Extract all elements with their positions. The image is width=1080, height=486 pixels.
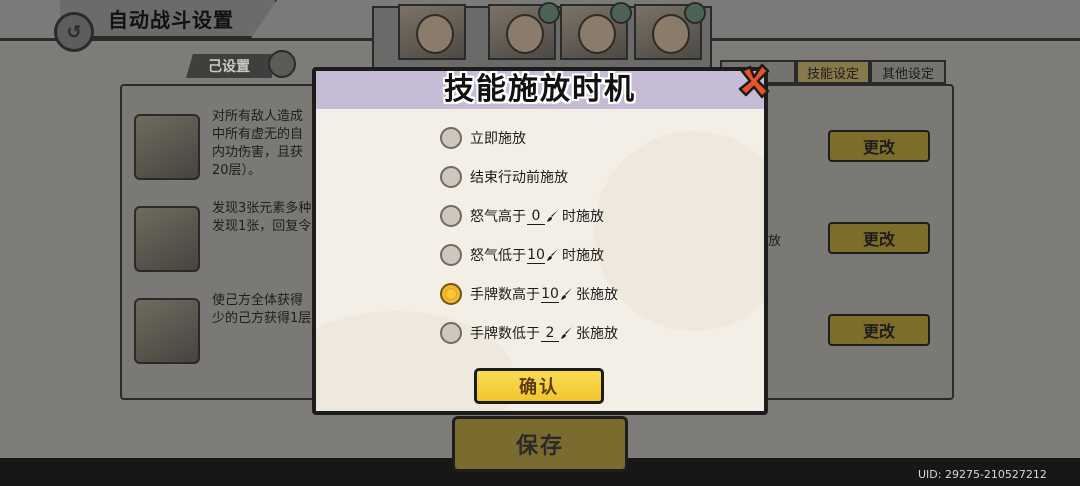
element-badge-icon (610, 2, 632, 24)
option-suffix: 时施放 (562, 248, 604, 264)
hero-portrait-4[interactable] (634, 2, 706, 60)
cast-timing-dialog (312, 67, 768, 415)
option-label: 手牌数低于 2 张施放 (470, 323, 618, 343)
cloud-decoration (594, 131, 764, 331)
option-prefix: 手牌数高于 (470, 287, 540, 303)
option-prefix: 怒气高于 (470, 209, 526, 225)
skill-description-2: 发现3张元素多种发现1张，回复令 (212, 201, 312, 234)
change-button-1[interactable]: 更改 (828, 130, 930, 162)
option-rage-below[interactable]: 怒气低于 10 时施放 (440, 242, 604, 268)
radio-button-selected[interactable] (440, 283, 462, 305)
change-button-3[interactable]: 更改 (828, 314, 930, 346)
skill-thumbnail-1 (134, 114, 200, 180)
option-cast-before-end[interactable]: 结束行动前施放 (440, 164, 568, 190)
element-badge-icon (538, 2, 560, 24)
option-cast-immediately[interactable]: 立即施放 (440, 125, 526, 151)
hero-portrait-1[interactable] (398, 4, 466, 60)
skill-thumbnail-2 (134, 206, 200, 272)
option-rage-above[interactable]: 怒气高于 0 时施放 (440, 203, 604, 229)
confirm-button[interactable]: 确认 (474, 368, 604, 404)
option-label: 手牌数高于 10 张施放 (470, 284, 618, 304)
radio-button[interactable] (440, 205, 462, 227)
radio-button[interactable] (440, 127, 462, 149)
brush-icon[interactable] (546, 248, 560, 262)
uid-label: UID: 29275-210527212 (918, 468, 1047, 481)
value-field[interactable]: 10 (541, 286, 559, 303)
value-field[interactable]: 2 (541, 325, 559, 342)
change-button-2[interactable]: 更改 (828, 222, 930, 254)
option-suffix: 张施放 (576, 326, 618, 342)
brush-icon[interactable] (546, 209, 560, 223)
radio-button[interactable] (440, 166, 462, 188)
option-prefix: 手牌数低于 (470, 326, 540, 342)
back-button[interactable]: ↺ (54, 12, 94, 52)
option-prefix: 怒气低于 (470, 248, 526, 264)
value-field[interactable]: 0 (527, 208, 545, 225)
option-suffix: 时施放 (562, 209, 604, 225)
close-icon (738, 63, 770, 99)
option-hand-above[interactable]: 手牌数高于 10 张施放 (440, 281, 618, 307)
option-label: 怒气高于 0 时施放 (470, 206, 604, 226)
hero-portrait-2[interactable] (488, 2, 560, 60)
skill-description-fragment: 放 (768, 234, 782, 249)
dialog-title: 技能施放时机 (444, 72, 636, 107)
radio-button[interactable] (440, 322, 462, 344)
save-button[interactable]: 保存 (452, 416, 628, 472)
value-field[interactable]: 10 (527, 247, 545, 264)
back-icon: ↺ (66, 21, 82, 43)
skill-thumbnail-3 (134, 298, 200, 364)
brush-icon[interactable] (560, 326, 574, 340)
option-label: 立即施放 (470, 131, 526, 147)
skill-description-1: 对所有敌人造成中所有虚无的自内功伤害，且获20层）。 (212, 109, 304, 178)
skill-description-3: 使己方全体获得少的己方获得1层 (212, 293, 312, 326)
option-label: 怒气低于 10 时施放 (470, 245, 604, 265)
radio-button[interactable] (440, 244, 462, 266)
page-title: 自动战斗设置 (108, 8, 234, 32)
option-hand-below[interactable]: 手牌数低于 2 张施放 (440, 320, 618, 346)
element-badge-icon (684, 2, 706, 24)
brush-icon[interactable] (560, 287, 574, 301)
close-button[interactable] (736, 63, 772, 99)
option-suffix: 张施放 (576, 287, 618, 303)
hero-portrait-3[interactable] (560, 2, 632, 60)
option-label: 结束行动前施放 (470, 170, 568, 186)
